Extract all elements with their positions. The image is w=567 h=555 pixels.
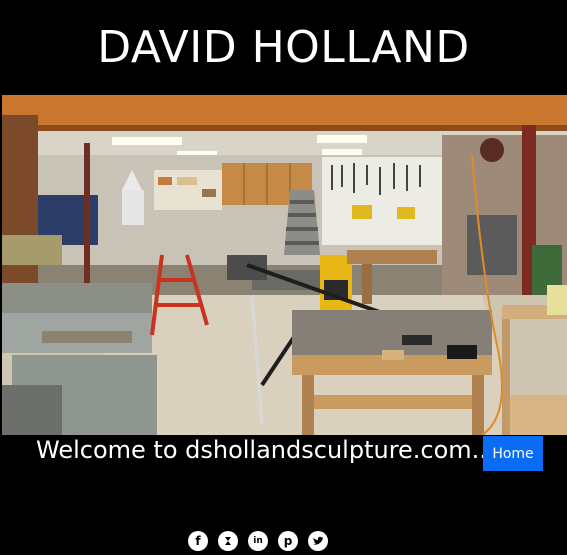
linkedin-glyph: in <box>253 536 263 546</box>
facebook-icon[interactable]: f <box>188 531 208 551</box>
deviantart-glyph <box>225 537 231 545</box>
welcome-message: Welcome to dshollandsculpture.com... <box>36 436 495 464</box>
hero-workshop-photo <box>2 95 567 435</box>
twitter-glyph <box>313 536 323 545</box>
pinterest-icon[interactable]: p <box>278 531 298 551</box>
deviantart-icon[interactable] <box>218 531 238 551</box>
home-button[interactable]: Home <box>483 436 543 471</box>
linkedin-icon[interactable]: in <box>248 531 268 551</box>
facebook-glyph: f <box>195 534 201 548</box>
twitter-icon[interactable] <box>308 531 328 551</box>
social-links: f in p <box>188 531 328 551</box>
site-title: DAVID HOLLAND <box>97 22 470 73</box>
pinterest-glyph: p <box>283 534 293 548</box>
workshop-illustration <box>2 95 567 435</box>
